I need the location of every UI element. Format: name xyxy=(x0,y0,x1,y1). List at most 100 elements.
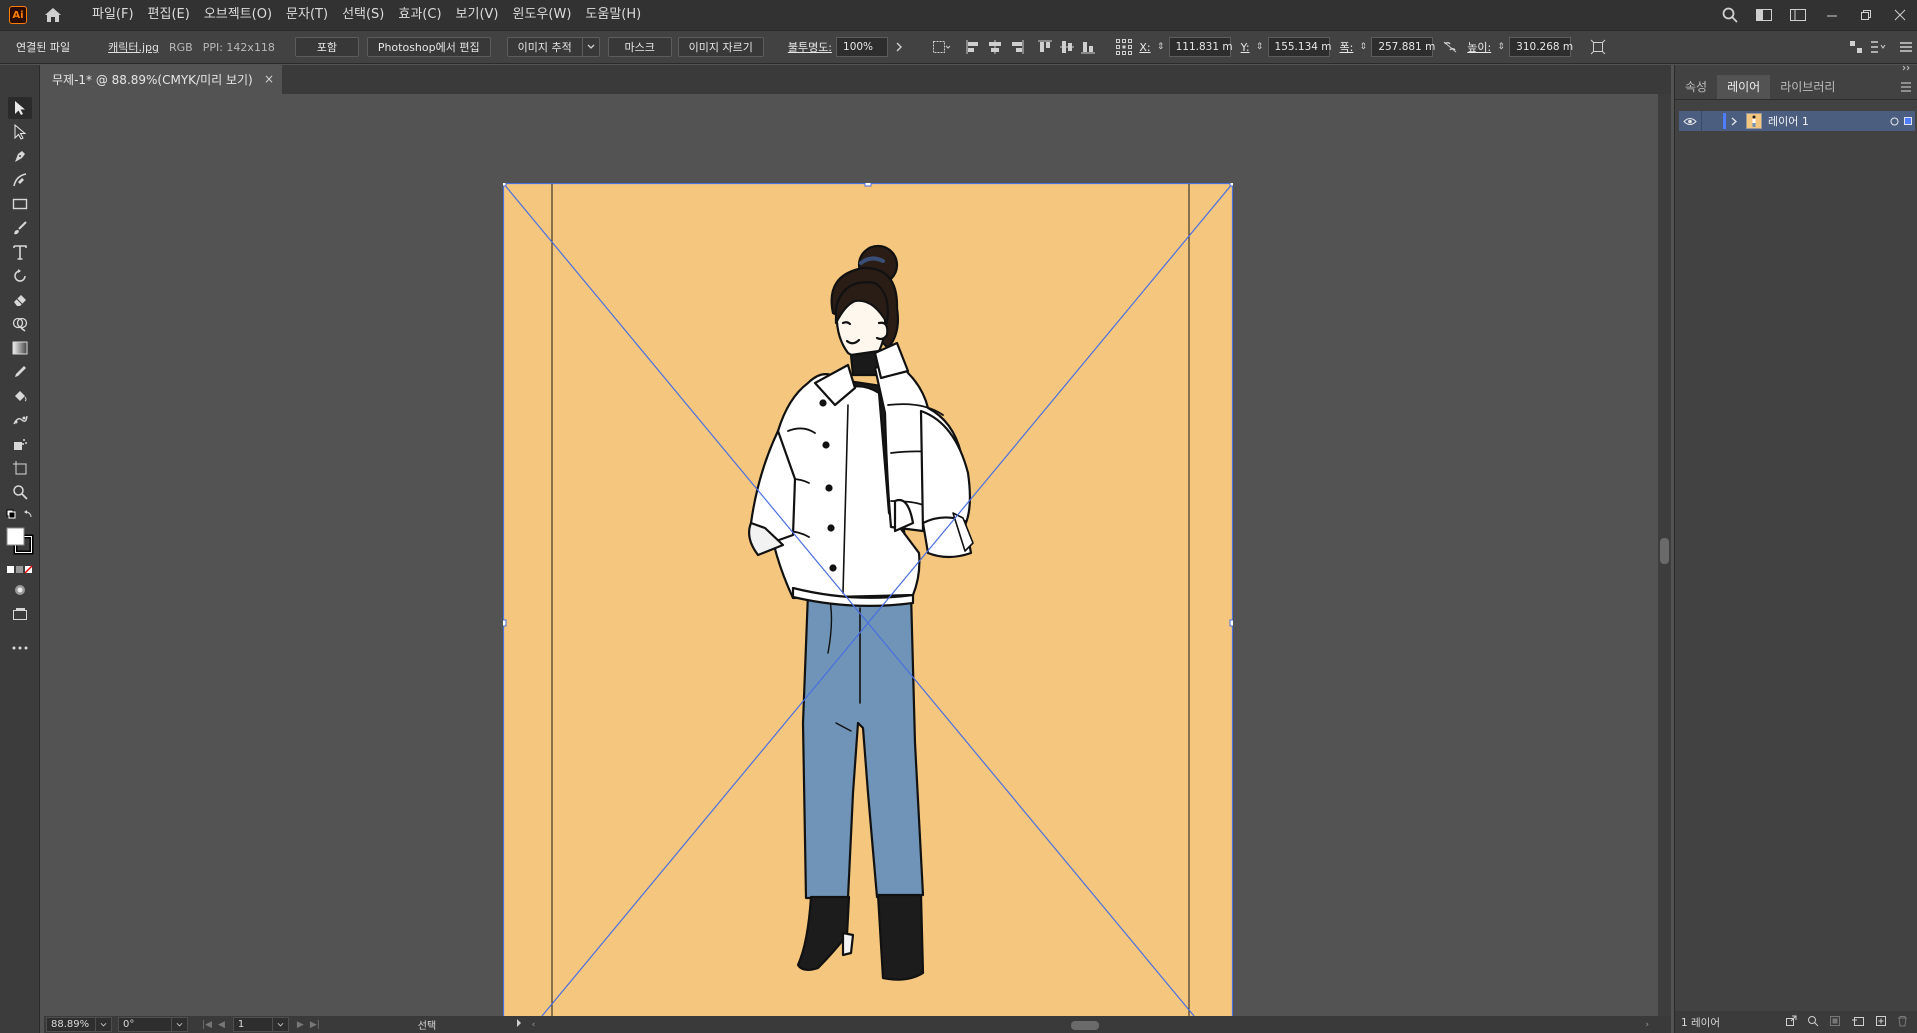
selection-indicator-icon[interactable] xyxy=(1901,117,1915,125)
rotate-dropdown[interactable] xyxy=(172,1017,188,1032)
close-window-icon[interactable] xyxy=(1883,0,1917,30)
linked-filename[interactable]: 캐릭터.jpg xyxy=(108,39,159,55)
live-paint-bucket-icon[interactable] xyxy=(8,385,32,407)
height-spinner-icon[interactable]: ⇕ xyxy=(1495,37,1507,57)
align-right-icon[interactable] xyxy=(1006,36,1028,58)
selection-tool-icon[interactable] xyxy=(8,97,32,119)
target-circle-icon[interactable] xyxy=(1887,117,1901,126)
vertical-scrollbar[interactable] xyxy=(1658,94,1671,1016)
menu-select[interactable]: 선택(S) xyxy=(335,0,391,30)
crop-image-button[interactable]: 이미지 자르기 xyxy=(677,37,764,57)
mask-button[interactable]: 마스크 xyxy=(607,37,672,57)
minimize-icon[interactable] xyxy=(1815,0,1849,30)
tab-properties[interactable]: 속성 xyxy=(1675,75,1717,99)
zoom-dropdown[interactable] xyxy=(96,1017,112,1032)
artboard[interactable] xyxy=(503,183,1233,1016)
embed-button[interactable]: 포함 xyxy=(294,37,359,57)
next-artboard-icon[interactable]: ▶ xyxy=(297,1020,304,1030)
first-artboard-icon[interactable]: |◀ xyxy=(202,1020,212,1030)
lock-toggle[interactable] xyxy=(1701,111,1721,131)
export-icon[interactable] xyxy=(1785,1015,1797,1030)
panel-collapse-icon[interactable] xyxy=(1675,65,1917,73)
linked-file-label[interactable]: 연결된 파일 xyxy=(16,39,70,55)
x-spinner-icon[interactable]: ⇕ xyxy=(1155,37,1167,57)
layer-row[interactable]: 레이어 1 xyxy=(1679,111,1915,131)
horizontal-scroll-left-icon[interactable]: ‹ xyxy=(532,1020,536,1030)
align-center-icon[interactable] xyxy=(984,36,1006,58)
arrange-documents-icon[interactable] xyxy=(1781,0,1815,30)
horizontal-scrollbar[interactable] xyxy=(541,1019,1641,1031)
panel-menu-icon[interactable] xyxy=(1895,36,1917,58)
home-icon[interactable] xyxy=(43,5,63,25)
menu-edit[interactable]: 편집(E) xyxy=(141,0,197,30)
default-colors-icon[interactable] xyxy=(6,509,34,521)
create-sublayer-icon[interactable] xyxy=(1851,1015,1865,1030)
delete-layer-icon[interactable] xyxy=(1897,1015,1908,1030)
screen-mode-icon[interactable] xyxy=(8,603,32,625)
transform-icon[interactable] xyxy=(1587,36,1609,58)
shape-builder-tool-icon[interactable] xyxy=(8,313,32,335)
fill-stroke-swatches[interactable] xyxy=(6,527,36,555)
tab-libraries[interactable]: 라이브러리 xyxy=(1770,75,1845,99)
align-bottom-icon[interactable] xyxy=(1077,36,1099,58)
menu-effect[interactable]: 효과(C) xyxy=(391,0,448,30)
document-tab[interactable]: 무제-1* @ 88.89%(CMYK/미리 보기) × xyxy=(44,65,282,94)
tab-layers[interactable]: 레이어 xyxy=(1717,75,1771,99)
make-clipping-mask-icon[interactable] xyxy=(1829,1015,1841,1030)
edit-toolbar-more-icon[interactable] xyxy=(8,637,32,659)
menu-view[interactable]: 보기(V) xyxy=(449,0,506,30)
horizontal-scrollbar-thumb[interactable] xyxy=(1071,1020,1100,1030)
height-field[interactable]: 310.268 m xyxy=(1509,37,1573,57)
x-field[interactable]: 111.831 m xyxy=(1168,37,1233,57)
locate-object-icon[interactable] xyxy=(1807,1015,1819,1030)
artboard-tool-icon[interactable] xyxy=(8,457,32,479)
opacity-field[interactable]: 100% xyxy=(836,37,888,57)
create-new-layer-icon[interactable] xyxy=(1875,1015,1887,1030)
restore-icon[interactable] xyxy=(1849,0,1883,30)
align-to-icon[interactable] xyxy=(930,36,952,58)
workspace-switcher-icon[interactable] xyxy=(1747,0,1781,30)
puppet-warp-tool-icon[interactable] xyxy=(8,409,32,431)
eyedropper-tool-icon[interactable] xyxy=(8,361,32,383)
artboard-number-field[interactable]: 1 xyxy=(232,1017,273,1032)
status-menu-arrow-icon[interactable] xyxy=(516,1019,522,1030)
width-field[interactable]: 257.881 m xyxy=(1371,37,1435,57)
rotate-field[interactable]: 0° xyxy=(118,1017,172,1032)
menu-object[interactable]: 오브젝트(O) xyxy=(197,0,279,30)
direct-selection-tool-icon[interactable] xyxy=(8,121,32,143)
gradient-tool-icon[interactable] xyxy=(8,337,32,359)
close-tab-icon[interactable]: × xyxy=(264,72,274,86)
image-trace-dropdown[interactable] xyxy=(581,37,600,57)
vertical-scrollbar-thumb[interactable] xyxy=(1660,538,1669,564)
opacity-menu-chevron-icon[interactable] xyxy=(888,36,910,58)
visibility-eye-icon[interactable] xyxy=(1679,117,1701,126)
paintbrush-tool-icon[interactable] xyxy=(8,217,32,239)
artboard-dropdown[interactable] xyxy=(272,1017,289,1032)
last-artboard-icon[interactable]: ▶| xyxy=(310,1020,320,1030)
status-mode-text[interactable]: 선택 xyxy=(418,1017,518,1032)
canvas-area[interactable] xyxy=(44,94,1658,1016)
width-spinner-icon[interactable]: ⇕ xyxy=(1357,37,1369,57)
menu-window[interactable]: 윈도우(W) xyxy=(506,0,579,30)
menu-file[interactable]: 파일(F) xyxy=(85,0,141,30)
color-mode-buttons-icon[interactable] xyxy=(6,564,34,574)
draw-mode-icon[interactable] xyxy=(8,579,32,601)
quick-actions-icon[interactable] xyxy=(1867,36,1889,58)
menu-type[interactable]: 문자(T) xyxy=(279,0,335,30)
menu-help[interactable]: 도움말(H) xyxy=(578,0,648,30)
layer-name[interactable]: 레이어 1 xyxy=(1768,113,1887,129)
panel-options-icon[interactable] xyxy=(1900,75,1912,99)
rotate-tool-icon[interactable] xyxy=(8,265,32,287)
y-field[interactable]: 155.134 m xyxy=(1267,37,1332,57)
placed-image[interactable] xyxy=(503,183,1233,1016)
edit-in-photoshop-button[interactable]: Photoshop에서 편집 xyxy=(366,37,491,57)
align-left-icon[interactable] xyxy=(962,36,984,58)
zoom-field[interactable]: 88.89% xyxy=(46,1017,96,1032)
zoom-tool-icon[interactable] xyxy=(8,481,32,503)
image-trace-button[interactable]: 이미지 추적 xyxy=(506,37,582,57)
rectangle-tool-icon[interactable] xyxy=(8,193,32,215)
symbol-sprayer-icon[interactable] xyxy=(8,433,32,455)
eraser-tool-icon[interactable] xyxy=(8,289,32,311)
previous-artboard-icon[interactable]: ◀ xyxy=(218,1020,225,1030)
search-icon[interactable] xyxy=(1713,0,1747,30)
